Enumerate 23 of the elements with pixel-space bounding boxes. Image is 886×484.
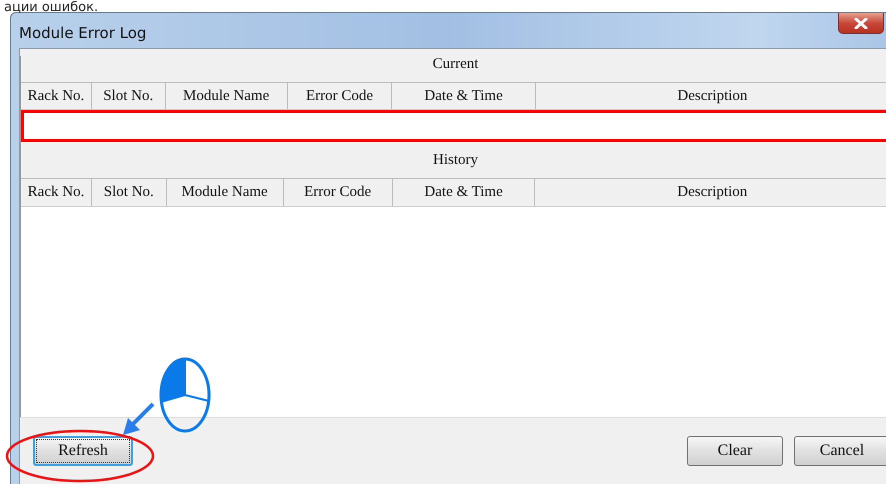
column-header[interactable]: Slot No. xyxy=(92,83,166,109)
refresh-button[interactable]: Refresh xyxy=(33,436,133,466)
column-header[interactable]: Date & Time xyxy=(392,179,536,206)
pointer-arrow xyxy=(123,402,154,435)
dialog-button[interactable]: Clear xyxy=(687,436,783,466)
dialog-button[interactable]: Cancel xyxy=(794,436,886,466)
column-header[interactable]: Rack No. xyxy=(21,179,92,206)
column-header[interactable]: Rack No. xyxy=(21,83,92,109)
section-title: Current xyxy=(21,56,886,83)
close-button[interactable] xyxy=(838,13,884,34)
window-title: Module Error Log xyxy=(19,24,146,42)
column-header[interactable]: Slot No. xyxy=(92,179,167,206)
column-header[interactable]: Description xyxy=(536,83,886,109)
column-header[interactable]: Date & Time xyxy=(392,83,536,109)
caption-text: ации ошибок. xyxy=(3,0,100,12)
step-indicator-icon xyxy=(160,358,210,432)
close-icon xyxy=(854,18,868,28)
column-header[interactable]: Description xyxy=(535,179,886,206)
column-header[interactable]: Error Code xyxy=(284,179,393,206)
column-header[interactable]: Module Name xyxy=(166,83,288,109)
section-title: History xyxy=(21,152,886,179)
column-header[interactable]: Module Name xyxy=(166,179,284,206)
column-header[interactable]: Error Code xyxy=(288,83,392,109)
